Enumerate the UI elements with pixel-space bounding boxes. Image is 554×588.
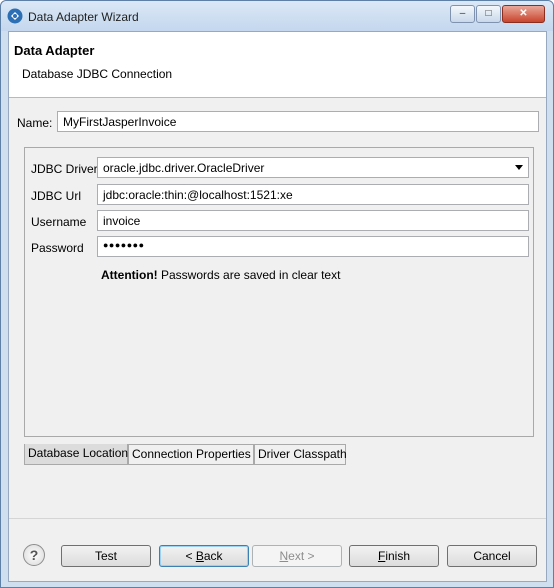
- password-input[interactable]: ●●●●●●●: [97, 236, 529, 257]
- wizard-header: Data Adapter Database JDBC Connection: [9, 32, 546, 98]
- next-button[interactable]: Next >: [252, 545, 342, 567]
- back-mnemonic: B: [195, 549, 204, 563]
- back-rest: ack: [203, 549, 223, 563]
- next-mnemonic: N: [279, 549, 289, 563]
- next-rest: ext >: [288, 549, 315, 563]
- jdbc-url-input[interactable]: jdbc:oracle:thin:@localhost:1521:xe: [97, 184, 529, 205]
- username-input[interactable]: invoice: [97, 210, 529, 231]
- dropdown-arrow-icon: [515, 165, 523, 170]
- page-subtitle: Database JDBC Connection: [22, 67, 173, 81]
- tab-driver-classpath[interactable]: Driver Classpath: [254, 444, 347, 465]
- dialog-client-area: Data Adapter Database JDBC Connection Na…: [8, 31, 547, 582]
- page-title: Data Adapter: [14, 43, 95, 58]
- name-input[interactable]: MyFirstJasperInvoice: [57, 111, 539, 132]
- jdbc-driver-label: JDBC Driver: [31, 162, 98, 176]
- test-button[interactable]: Test: [61, 545, 151, 567]
- attention-note: Attention! Passwords are saved in clear …: [101, 268, 340, 282]
- connection-panel: JDBC Driver oracle.jdbc.driver.OracleDri…: [24, 147, 534, 437]
- jdbc-driver-value: oracle.jdbc.driver.OracleDriver: [103, 161, 265, 175]
- jaspersoft-app-icon: [7, 8, 23, 24]
- username-label: Username: [31, 215, 87, 229]
- attention-label: Attention!: [101, 268, 158, 282]
- back-button[interactable]: < Back: [159, 545, 249, 567]
- finish-button[interactable]: Finish: [349, 545, 439, 567]
- minimize-button[interactable]: –: [450, 5, 475, 23]
- name-label: Name:: [17, 116, 53, 130]
- button-bar-separator: [9, 518, 546, 519]
- attention-text: Passwords are saved in clear text: [161, 268, 341, 282]
- finish-rest: inish: [385, 549, 411, 563]
- jdbc-driver-select[interactable]: oracle.jdbc.driver.OracleDriver: [97, 157, 529, 178]
- window-title: Data Adapter Wizard: [28, 10, 139, 24]
- password-label: Password: [31, 241, 84, 255]
- tab-database-location[interactable]: Database Location: [24, 444, 128, 465]
- maximize-button[interactable]: □: [476, 5, 501, 23]
- help-icon[interactable]: ?: [23, 544, 45, 566]
- wizard-window: Data Adapter Wizard – □ ✕ Data Adapter D…: [0, 0, 554, 588]
- close-button[interactable]: ✕: [502, 5, 545, 23]
- cancel-button[interactable]: Cancel: [447, 545, 537, 567]
- tab-connection-properties[interactable]: Connection Properties: [128, 444, 254, 465]
- back-prefix: <: [185, 549, 196, 563]
- jdbc-url-label: JDBC Url: [31, 189, 81, 203]
- title-bar[interactable]: Data Adapter Wizard – □ ✕: [1, 1, 553, 31]
